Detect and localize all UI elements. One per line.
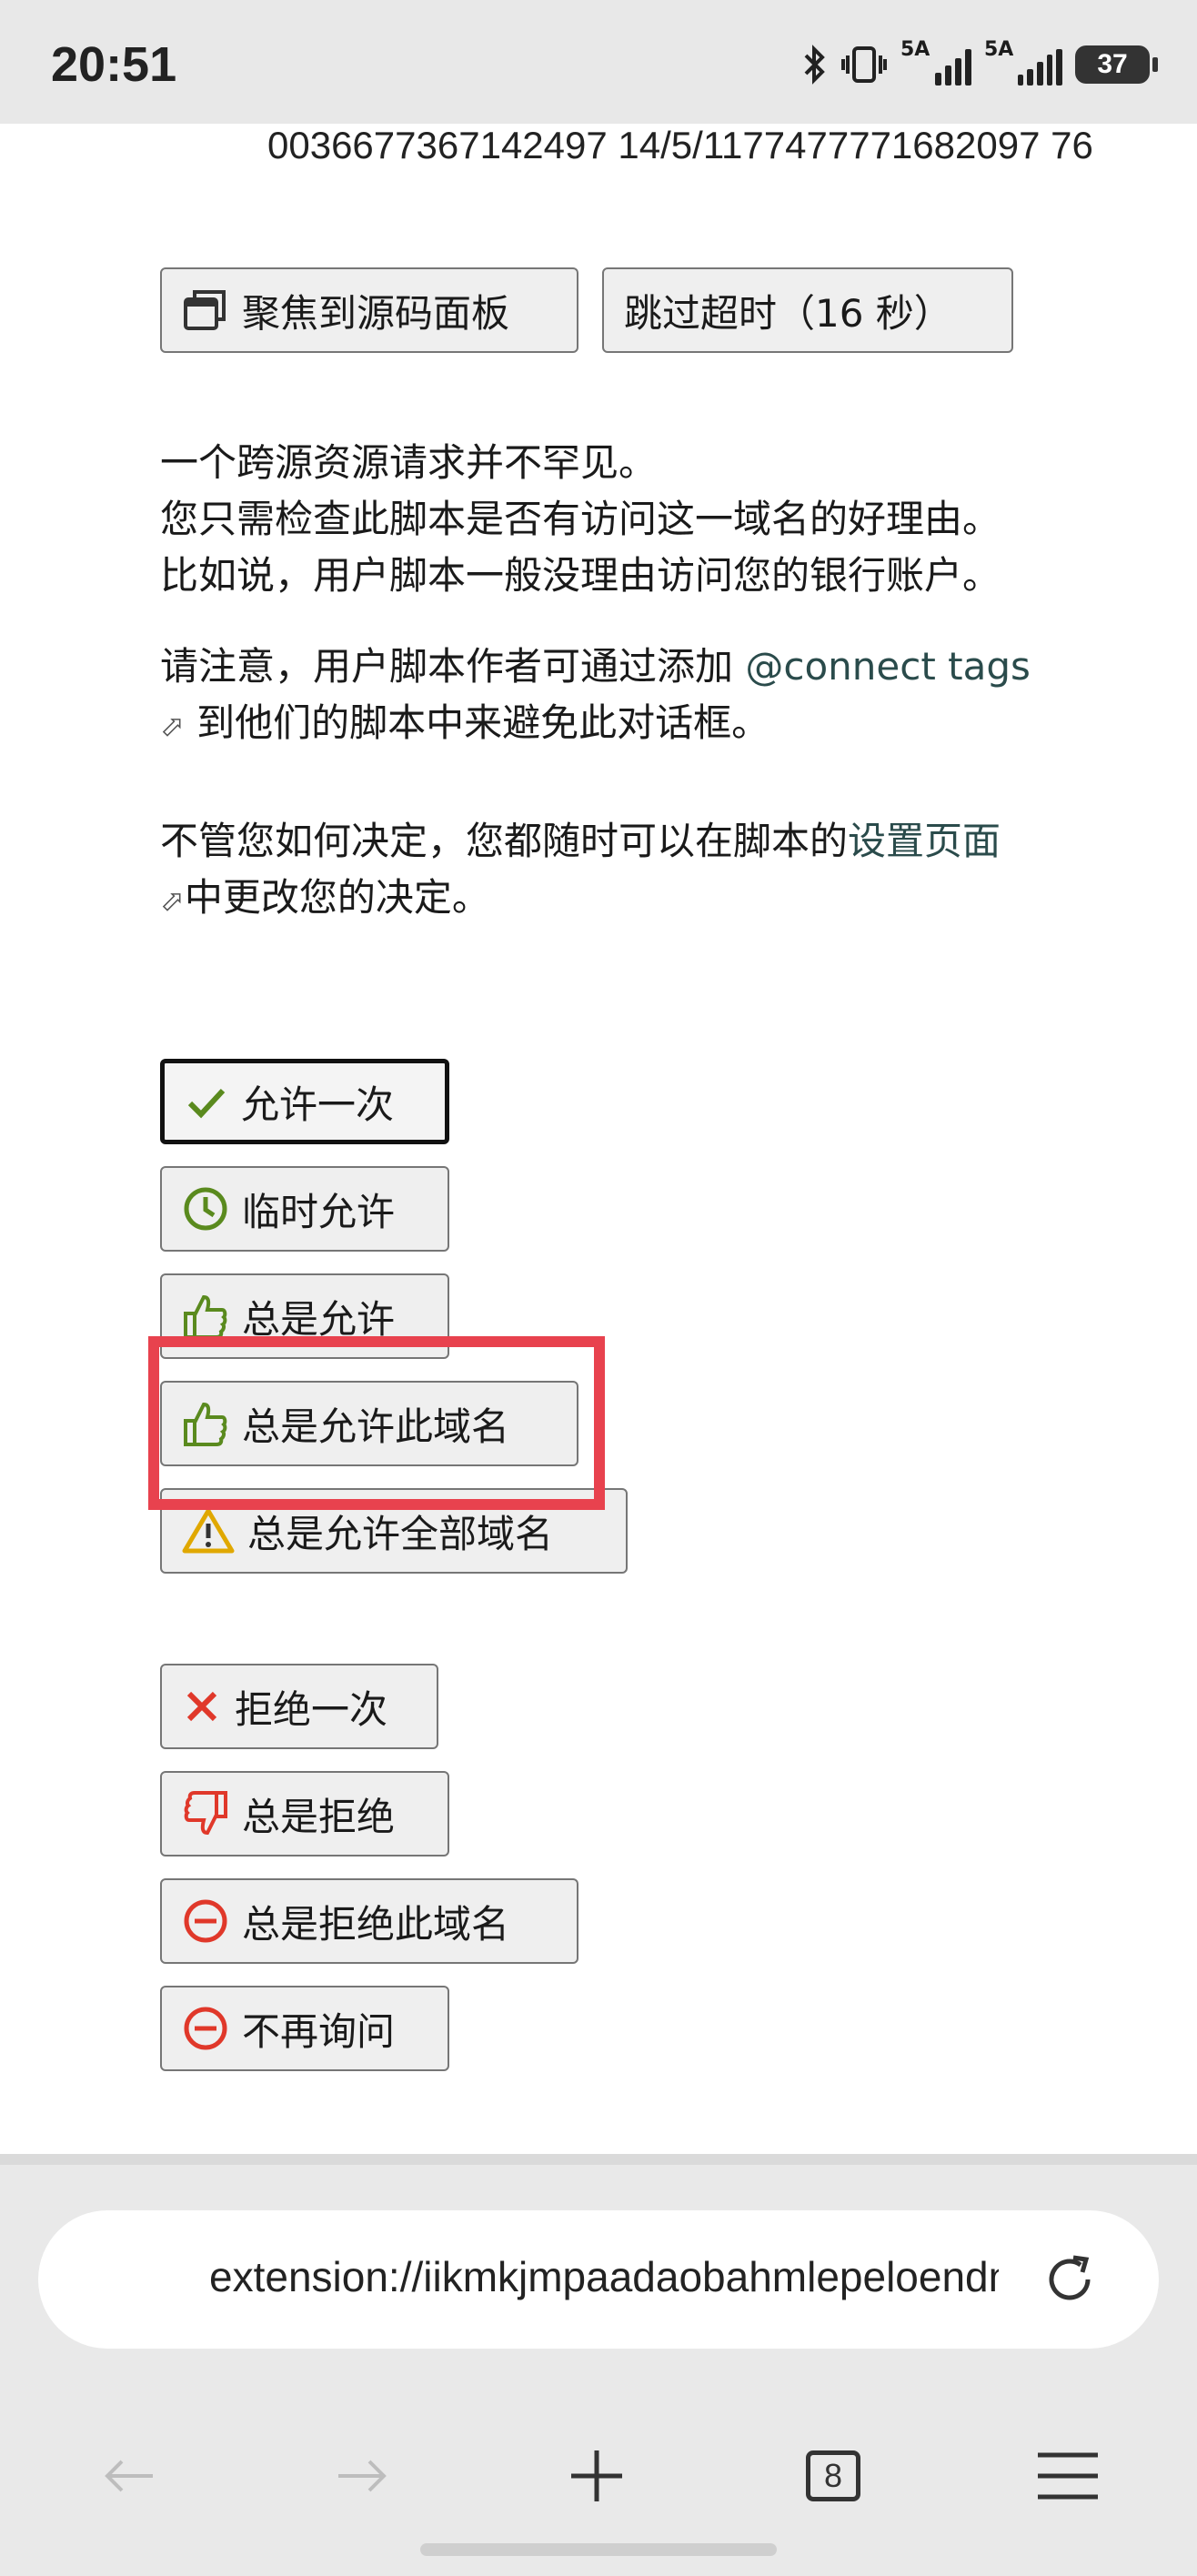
always-allow-label: 总是允许 xyxy=(242,1296,396,1342)
paragraph-line: 您只需检查此脚本是否有访问这一域名的好理由。 xyxy=(160,497,1001,541)
always-deny-label: 总是拒绝 xyxy=(242,1794,396,1839)
plus-icon xyxy=(571,2450,622,2501)
status-icons: 5A 5A 37 xyxy=(800,38,1158,86)
paragraph-text: 请注意，用户脚本作者可通过添加 xyxy=(160,644,734,689)
checkmark-icon xyxy=(187,1088,226,1119)
forward-button[interactable] xyxy=(307,2430,417,2521)
reload-icon[interactable] xyxy=(1039,2249,1101,2310)
close-icon xyxy=(186,1691,217,1722)
arrow-right-icon xyxy=(338,2460,387,2492)
signal-icon: 5A xyxy=(984,38,1063,86)
thumbs-up-icon xyxy=(184,1402,227,1446)
vibrate-icon xyxy=(841,46,887,83)
allow-temporarily-label: 临时允许 xyxy=(242,1189,396,1234)
top-text: 0036677367142497 14/5/1177477771682097 7… xyxy=(267,124,1093,166)
thumbs-down-icon xyxy=(184,1791,227,1836)
always-deny-domain-button[interactable]: 总是拒绝此域名 xyxy=(160,1878,578,1964)
signal-label: 5A xyxy=(900,38,930,61)
tabs-button[interactable]: 8 xyxy=(779,2430,888,2521)
signal-icon: 5A xyxy=(900,38,971,86)
focus-source-panel-button[interactable]: 聚焦到源码面板 xyxy=(160,267,578,353)
never-ask-label: 不再询问 xyxy=(242,2008,396,2054)
always-deny-domain-label: 总是拒绝此域名 xyxy=(242,1901,510,1947)
back-button[interactable] xyxy=(75,2430,184,2521)
signal-label: 5A xyxy=(984,38,1014,61)
deny-once-label: 拒绝一次 xyxy=(235,1686,388,1732)
allow-once-button[interactable]: 允许一次 xyxy=(160,1059,449,1144)
home-indicator[interactable] xyxy=(420,2543,777,2556)
paragraph-connect-tags: 请注意，用户脚本作者可通过添加 @connect tags ⬀ 到他们的脚本中来… xyxy=(160,639,1124,754)
window-icon xyxy=(184,290,226,330)
status-bar: 20:51 5A 5A 37 xyxy=(0,0,1197,124)
menu-button[interactable] xyxy=(1013,2430,1122,2521)
always-allow-domain-label: 总是允许此域名 xyxy=(242,1404,510,1449)
navigation-bar: 8 xyxy=(0,2430,1197,2521)
focus-button-label: 聚焦到源码面板 xyxy=(242,290,510,336)
page-content: 0036677367142497 14/5/1177477771682097 7… xyxy=(0,124,1197,2154)
skip-timeout-label: 跳过超时（16 秒） xyxy=(624,290,952,336)
always-allow-all-label: 总是允许全部域名 xyxy=(247,1511,554,1556)
paragraph-settings: 不管您如何决定，您都随时可以在脚本的设置页面 ⬀中更改您的决定。 xyxy=(160,813,1124,929)
paragraph-cross-origin: 一个跨源资源请求并不罕见。 您只需检查此脚本是否有访问这一域名的好理由。 比如说… xyxy=(160,435,1124,604)
settings-page-link[interactable]: 设置页面 xyxy=(848,819,1001,863)
browser-toolbar: extension://iikmkjmpaadaobahmlepeloendnd… xyxy=(0,2154,1197,2576)
connect-tags-link[interactable]: @connect tags xyxy=(745,644,1031,689)
battery-icon: 37 xyxy=(1075,45,1158,84)
status-time: 20:51 xyxy=(51,37,177,92)
paragraph-text: 到他们的脚本中来避免此对话框。 xyxy=(196,700,770,745)
thumbs-up-icon xyxy=(184,1294,227,1339)
always-allow-domain-button[interactable]: 总是允许此域名 xyxy=(160,1381,578,1466)
paragraph-line: 比如说，用户脚本一般没理由访问您的银行账户。 xyxy=(160,553,1001,598)
bluetooth-icon xyxy=(804,45,825,85)
allow-once-label: 允许一次 xyxy=(241,1082,395,1127)
url-text[interactable]: extension://iikmkjmpaadaobahmlepeloendnd… xyxy=(209,2252,999,2301)
arrow-left-icon xyxy=(105,2460,153,2492)
always-allow-button[interactable]: 总是允许 xyxy=(160,1273,449,1359)
paragraph-text: 不管您如何决定，您都随时可以在脚本的 xyxy=(160,819,849,863)
new-tab-button[interactable] xyxy=(542,2430,651,2521)
menu-icon xyxy=(1038,2452,1098,2500)
always-allow-all-button[interactable]: 总是允许全部域名 xyxy=(160,1488,628,1574)
skip-timeout-button[interactable]: 跳过超时（16 秒） xyxy=(602,267,1013,353)
address-bar[interactable]: extension://iikmkjmpaadaobahmlepeloendnd… xyxy=(38,2210,1159,2349)
tab-count: 8 xyxy=(806,2450,860,2501)
external-link-icon: ⬀ xyxy=(160,883,185,918)
no-entry-icon xyxy=(184,1899,227,1943)
no-entry-icon xyxy=(184,2007,227,2050)
external-link-icon: ⬀ xyxy=(160,709,185,743)
paragraph-line: 一个跨源资源请求并不罕见。 xyxy=(160,440,658,485)
paragraph-text: 中更改您的决定。 xyxy=(184,875,490,920)
never-ask-button[interactable]: 不再询问 xyxy=(160,1986,449,2071)
battery-level: 37 xyxy=(1097,49,1128,79)
always-deny-button[interactable]: 总是拒绝 xyxy=(160,1771,449,1857)
allow-temporarily-button[interactable]: 临时允许 xyxy=(160,1166,449,1252)
deny-once-button[interactable]: 拒绝一次 xyxy=(160,1664,438,1749)
clock-icon xyxy=(184,1187,227,1231)
warning-icon xyxy=(182,1508,235,1554)
